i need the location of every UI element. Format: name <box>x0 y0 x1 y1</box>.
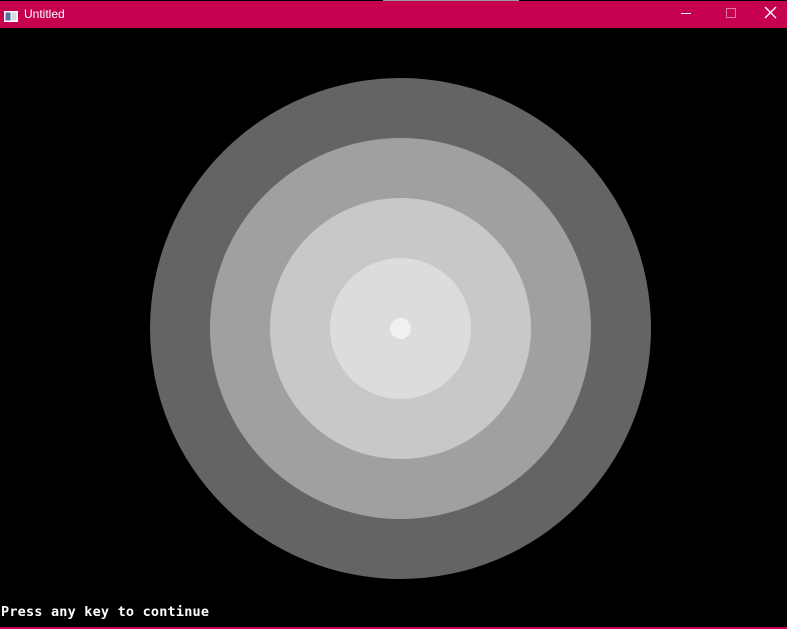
target-center-dot <box>390 318 411 339</box>
minimize-button[interactable] <box>663 1 709 28</box>
title-bar[interactable]: Untitled <box>0 1 787 28</box>
close-icon <box>764 6 777 24</box>
window-title: Untitled <box>24 7 65 21</box>
continue-prompt: Press any key to continue <box>1 604 210 620</box>
app-window: Untitled Press any key to continue <box>0 0 787 629</box>
maximize-button[interactable] <box>708 1 754 28</box>
app-window-icon <box>4 9 18 22</box>
drawing-canvas[interactable]: Press any key to continue <box>0 28 787 629</box>
close-button[interactable] <box>753 1 787 28</box>
minimize-icon <box>680 6 692 24</box>
maximize-icon <box>725 6 737 24</box>
